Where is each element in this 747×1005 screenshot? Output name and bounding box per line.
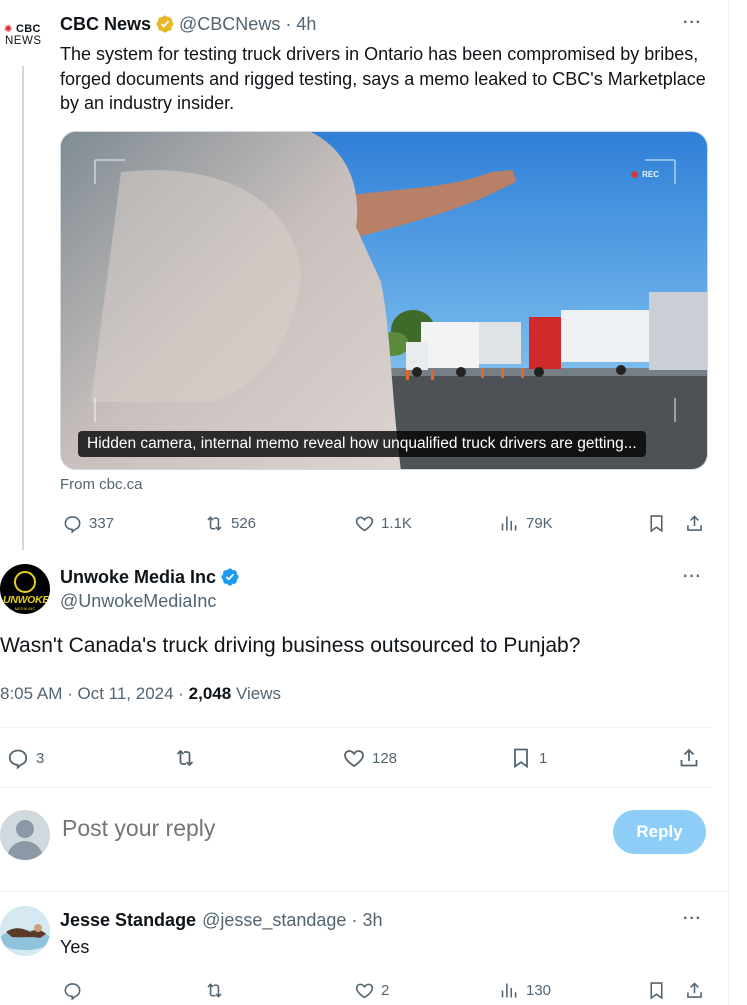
share-icon: [687, 514, 702, 531]
repost-icon: [176, 749, 194, 767]
author-name-line: Unwoke Media Inc: [60, 566, 244, 588]
share-button[interactable]: [684, 979, 705, 1001]
heart-icon: [355, 983, 374, 998]
reply-icon: [64, 515, 81, 534]
more-options-button[interactable]: ···: [683, 568, 702, 586]
tweet-header: CBC News @CBCNews · 4h: [60, 13, 316, 35]
heart-icon: [344, 750, 364, 768]
tweet-actions: 2 130: [0, 979, 729, 1001]
gold-verified-badge-icon: [156, 15, 174, 33]
heart-icon: [355, 516, 374, 531]
logo-text-top: CBC: [16, 23, 41, 35]
repost-icon: [207, 982, 222, 998]
timestamp[interactable]: 4h: [296, 14, 316, 35]
author-handle[interactable]: @UnwokeMediaInc: [60, 591, 216, 612]
share-button[interactable]: [677, 747, 701, 769]
card-title[interactable]: Hidden camera, internal memo reveal how …: [78, 431, 646, 457]
reply-input[interactable]: [62, 815, 562, 842]
views-button[interactable]: 130: [499, 979, 551, 1001]
reply-count: 3: [36, 749, 45, 767]
separator-dot: ·: [351, 909, 358, 930]
bookmark-button[interactable]: [646, 979, 667, 1001]
reply-button[interactable]: 337: [62, 512, 114, 534]
views-button[interactable]: 79K: [499, 512, 553, 534]
bookmark-button[interactable]: 1: [509, 747, 547, 769]
tweet-text: Wasn't Canada's truck driving business o…: [0, 634, 581, 657]
reply-submit-button[interactable]: Reply: [613, 810, 706, 854]
share-icon: [680, 748, 698, 767]
author-name[interactable]: Unwoke Media Inc: [60, 567, 216, 588]
like-count: 128: [372, 749, 398, 767]
cbc-gem-icon: ✺: [4, 23, 13, 35]
tweet-text: The system for testing truck drivers in …: [60, 44, 706, 113]
reply-count: 337: [89, 514, 115, 532]
record-dot-icon: [631, 171, 639, 178]
thread-line: [22, 66, 24, 550]
timestamp[interactable]: 3h: [362, 910, 382, 931]
bookmark-icon: [650, 981, 663, 999]
tweet-header: Jesse Standage @jesse_standage · 3h: [60, 909, 382, 931]
separator-dot: ·: [285, 13, 292, 34]
reply-button[interactable]: 3: [6, 747, 45, 770]
blue-verified-badge-icon: [221, 568, 239, 586]
share-icon: [687, 981, 702, 998]
like-button[interactable]: 1.1K: [354, 512, 412, 534]
rec-indicator: REC: [631, 170, 659, 179]
default-avatar-head: [16, 820, 34, 838]
logo-text-bottom: NEWS: [5, 35, 42, 47]
avatar-logo-text: UNWOKE: [3, 594, 50, 606]
avatar-photo: [0, 906, 50, 956]
repost-icon: [207, 515, 222, 531]
views-count: 79K: [526, 514, 553, 532]
tweet-text: Yes: [60, 937, 90, 957]
default-avatar-body: [7, 841, 43, 860]
views-icon: [501, 983, 517, 997]
timestamp[interactable]: 8:05 AM · Oct 11, 2024 ·: [0, 684, 189, 703]
divider: [0, 891, 729, 892]
timeline-column: ✺ CBC NEWS CBC News @CBCNews · 4h ··· The…: [0, 0, 729, 1005]
unwoke-avatar[interactable]: UNWOKE MEDIA INC: [0, 564, 50, 614]
reply-icon: [8, 749, 28, 770]
user-avatar: [0, 810, 50, 860]
author-name[interactable]: CBC News: [60, 14, 151, 35]
like-button[interactable]: 2: [354, 979, 389, 1001]
repost-count: 526: [231, 514, 257, 532]
link-card[interactable]: REC Hidden camera, internal memo reveal …: [60, 131, 708, 470]
share-button[interactable]: [684, 512, 705, 534]
bookmark-icon: [650, 514, 663, 532]
views-count: 130: [526, 981, 552, 999]
cbc-news-avatar[interactable]: ✺ CBC NEWS: [4, 24, 48, 54]
reply-button[interactable]: [62, 979, 89, 1001]
views-icon: [501, 516, 517, 530]
author-handle[interactable]: @jesse_standage: [202, 910, 346, 931]
rec-label: REC: [642, 170, 659, 179]
more-options-button[interactable]: ···: [683, 14, 702, 32]
like-button[interactable]: 128: [342, 747, 397, 769]
bookmark-count: 1: [539, 749, 548, 767]
card-source[interactable]: From cbc.ca: [60, 476, 143, 493]
views-count: 2,048: [188, 684, 232, 703]
divider: [0, 727, 712, 728]
repost-button[interactable]: 526: [204, 512, 256, 534]
like-count: 1.1K: [381, 514, 412, 532]
reply-icon: [64, 982, 81, 1001]
parent-tweet[interactable]: ✺ CBC NEWS CBC News @CBCNews · 4h ··· The…: [0, 0, 729, 552]
bookmark-button[interactable]: [646, 512, 667, 534]
tweet-actions: 337 526 1.1K 79K: [0, 512, 729, 534]
tweet-meta: 8:05 AM · Oct 11, 2024 · 2,048 Views: [0, 684, 281, 704]
views-label: Views: [231, 684, 281, 703]
author-name[interactable]: Jesse Standage: [60, 910, 196, 931]
divider: [0, 787, 712, 788]
tweet-actions: 3 128 1: [0, 746, 729, 770]
author-handle[interactable]: @CBCNews: [179, 14, 280, 35]
repost-button[interactable]: [204, 979, 231, 1001]
avatar-logo-subtext: MEDIA INC: [14, 606, 36, 611]
repost-button[interactable]: [173, 747, 203, 769]
jesse-avatar[interactable]: [0, 906, 50, 956]
logo-ring: [14, 571, 36, 593]
like-count: 2: [381, 981, 390, 999]
bookmark-icon: [514, 748, 528, 769]
more-options-button[interactable]: ···: [683, 910, 702, 928]
card-thumbnail-image: [61, 132, 707, 469]
